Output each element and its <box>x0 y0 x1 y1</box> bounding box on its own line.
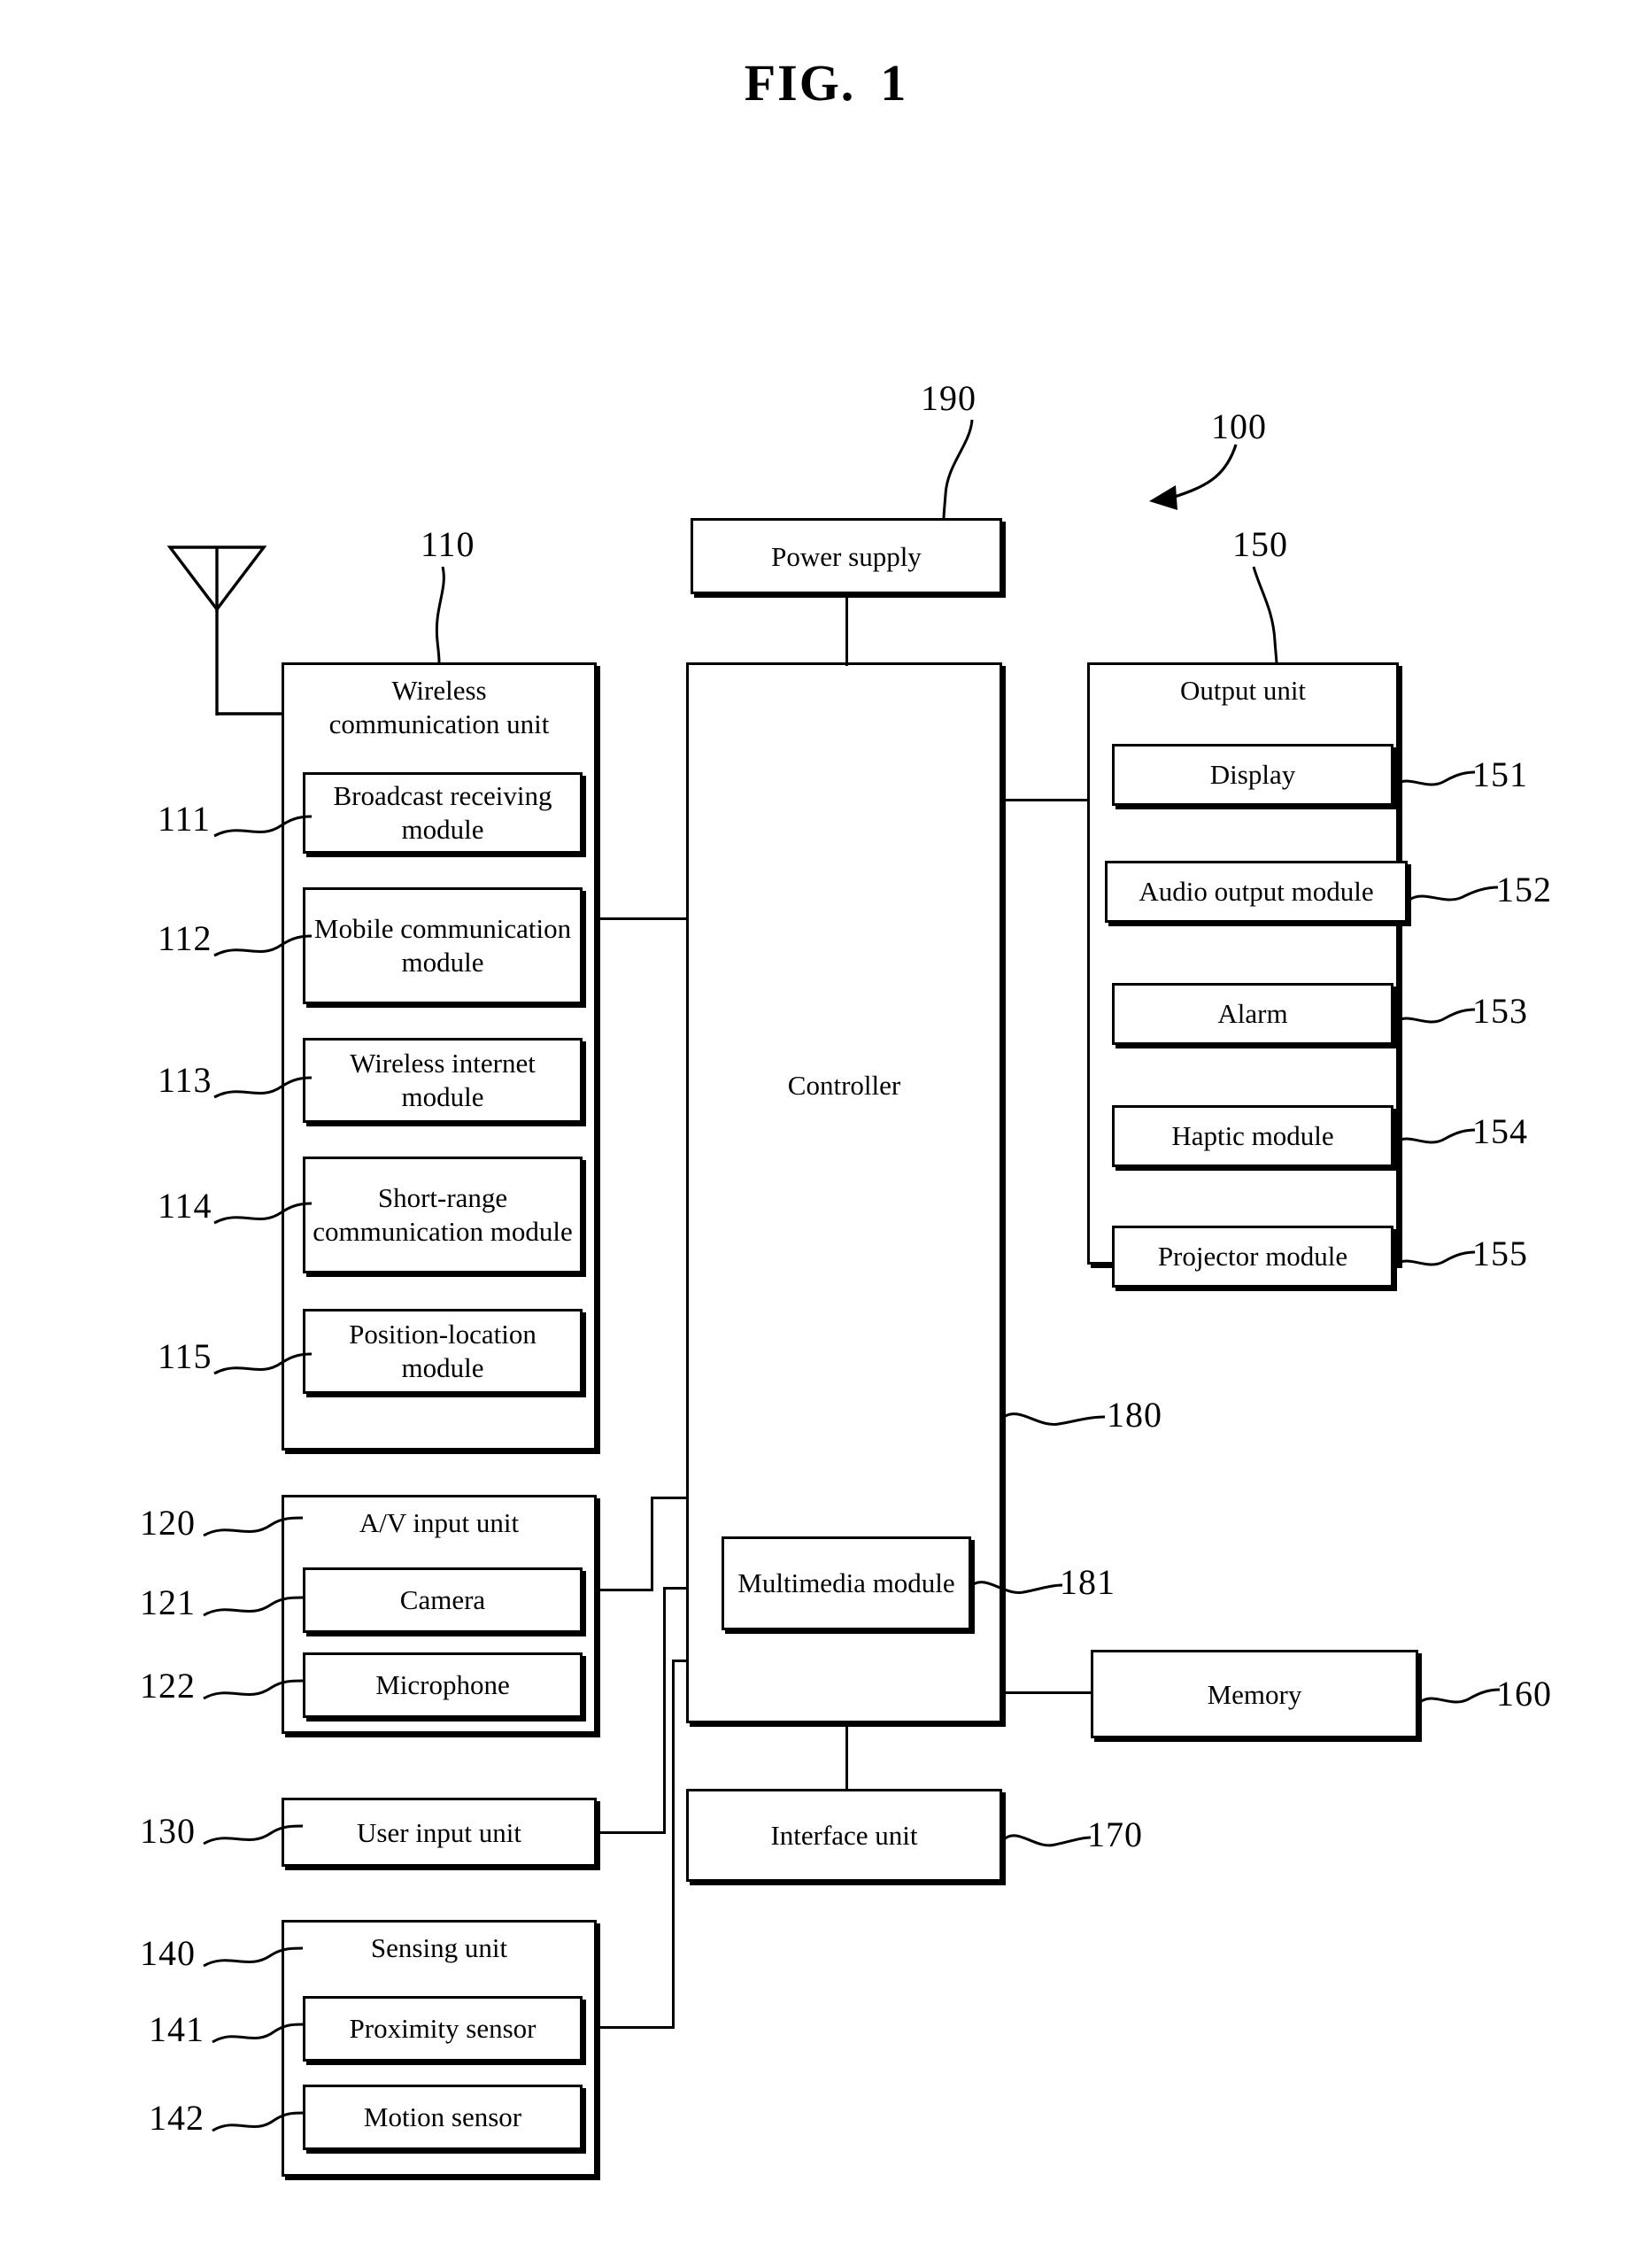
power-supply-block[interactable]: Power supply <box>691 518 1002 594</box>
leader-190 <box>942 419 974 520</box>
link-sensing-h2 <box>672 1660 688 1662</box>
ref-190: 190 <box>921 378 977 418</box>
link-wireless-to-controller <box>597 917 689 920</box>
output-unit-title: Output unit <box>1179 675 1307 706</box>
proximity-sensor-module[interactable]: Proximity sensor <box>303 1996 583 2062</box>
figure-title-number: 1 <box>880 54 908 112</box>
ref-180: 180 <box>1107 1395 1162 1435</box>
ref-111: 111 <box>158 799 212 839</box>
ref-170: 170 <box>1087 1814 1143 1854</box>
leader-151 <box>1394 770 1476 786</box>
short-range-communication-module[interactable]: Short-range communication module <box>303 1157 583 1273</box>
link-av-to-controller-h1 <box>597 1589 653 1591</box>
link-power-to-controller <box>845 592 848 666</box>
leader-115 <box>213 1352 313 1375</box>
ref-151: 151 <box>1472 754 1528 794</box>
camera-module[interactable]: Camera <box>303 1567 583 1633</box>
leader-114 <box>213 1202 313 1225</box>
wireless-internet-module[interactable]: Wireless internet module <box>303 1038 583 1123</box>
projector-module[interactable]: Projector module <box>1112 1226 1393 1288</box>
leader-180 <box>1003 1412 1106 1426</box>
link-userinput-h2 <box>663 1587 688 1590</box>
ref-160: 160 <box>1496 1674 1552 1714</box>
leader-152 <box>1409 886 1499 901</box>
ref-130: 130 <box>140 1811 196 1851</box>
memory-block[interactable]: Memory <box>1091 1650 1418 1738</box>
ref-150: 150 <box>1232 524 1288 564</box>
leader-160 <box>1419 1688 1501 1704</box>
leader-140 <box>203 1946 304 1968</box>
leader-170 <box>1003 1834 1092 1847</box>
link-av-to-controller-v <box>651 1497 653 1591</box>
ref-181: 181 <box>1060 1562 1115 1602</box>
display-module[interactable]: Display <box>1112 744 1393 806</box>
link-userinput-h1 <box>597 1831 666 1834</box>
leader-154 <box>1394 1128 1476 1144</box>
ref-114: 114 <box>158 1186 212 1226</box>
ref-152: 152 <box>1496 870 1552 909</box>
leader-120 <box>203 1516 304 1537</box>
multimedia-module[interactable]: Multimedia module <box>722 1536 971 1630</box>
figure-title-word: FIG. <box>744 54 856 112</box>
leader-130 <box>203 1824 304 1845</box>
mobile-communication-module[interactable]: Mobile communication module <box>303 887 583 1004</box>
figure-title: FIG. 1 <box>0 53 1652 112</box>
leader-153 <box>1394 1008 1476 1024</box>
wireless-communication-unit-title: Wireless communication unit <box>328 675 550 739</box>
ref-142: 142 <box>149 2098 205 2138</box>
sensing-unit-title: Sensing unit <box>370 1932 508 1963</box>
ref-115: 115 <box>158 1336 212 1376</box>
antenna-icon <box>166 545 349 716</box>
link-controller-to-interface <box>845 1722 848 1791</box>
leader-181 <box>971 1581 1063 1594</box>
link-sensing-h1 <box>597 2026 675 2029</box>
leader-113 <box>213 1076 313 1099</box>
ref-100: 100 <box>1211 406 1267 446</box>
leader-141 <box>212 2023 304 2044</box>
ref-121: 121 <box>140 1582 196 1622</box>
microphone-module[interactable]: Microphone <box>303 1652 583 1718</box>
ref-110: 110 <box>421 524 475 564</box>
link-controller-to-memory <box>1000 1691 1093 1694</box>
ref-153: 153 <box>1472 991 1528 1031</box>
ref-141: 141 <box>149 2009 205 2049</box>
broadcast-receiving-module[interactable]: Broadcast receiving module <box>303 772 583 854</box>
user-input-unit-block[interactable]: User input unit <box>282 1798 597 1867</box>
position-location-module[interactable]: Position-location module <box>303 1309 583 1394</box>
ref-120: 120 <box>140 1503 196 1543</box>
interface-unit-block[interactable]: Interface unit <box>686 1789 1002 1882</box>
ref-113: 113 <box>158 1060 212 1100</box>
leader-112 <box>213 934 313 957</box>
leader-150 <box>1252 566 1278 665</box>
audio-output-module[interactable]: Audio output module <box>1105 861 1408 923</box>
leader-121 <box>203 1596 304 1617</box>
leader-155 <box>1394 1250 1476 1266</box>
link-av-to-controller-h2 <box>651 1497 688 1499</box>
link-controller-to-output <box>1000 799 1090 801</box>
figure-canvas: FIG. 1 110 Wireless communication unit Br… <box>0 0 1652 2267</box>
ref-112: 112 <box>158 918 212 958</box>
ref-122: 122 <box>140 1666 196 1706</box>
leader-122 <box>203 1679 304 1700</box>
motion-sensor-module[interactable]: Motion sensor <box>303 2085 583 2150</box>
leader-111 <box>213 815 313 838</box>
av-input-unit-title: A/V input unit <box>359 1507 520 1538</box>
link-sensing-v <box>672 1660 675 2029</box>
leader-110 <box>435 566 445 663</box>
controller-label: Controller <box>787 1069 901 1101</box>
ref-140: 140 <box>140 1933 196 1973</box>
link-userinput-v <box>663 1587 666 1834</box>
haptic-module[interactable]: Haptic module <box>1112 1105 1393 1167</box>
alarm-module[interactable]: Alarm <box>1112 983 1393 1045</box>
leader-142 <box>212 2111 304 2132</box>
ref-154: 154 <box>1472 1111 1528 1151</box>
ref-155: 155 <box>1472 1234 1528 1273</box>
